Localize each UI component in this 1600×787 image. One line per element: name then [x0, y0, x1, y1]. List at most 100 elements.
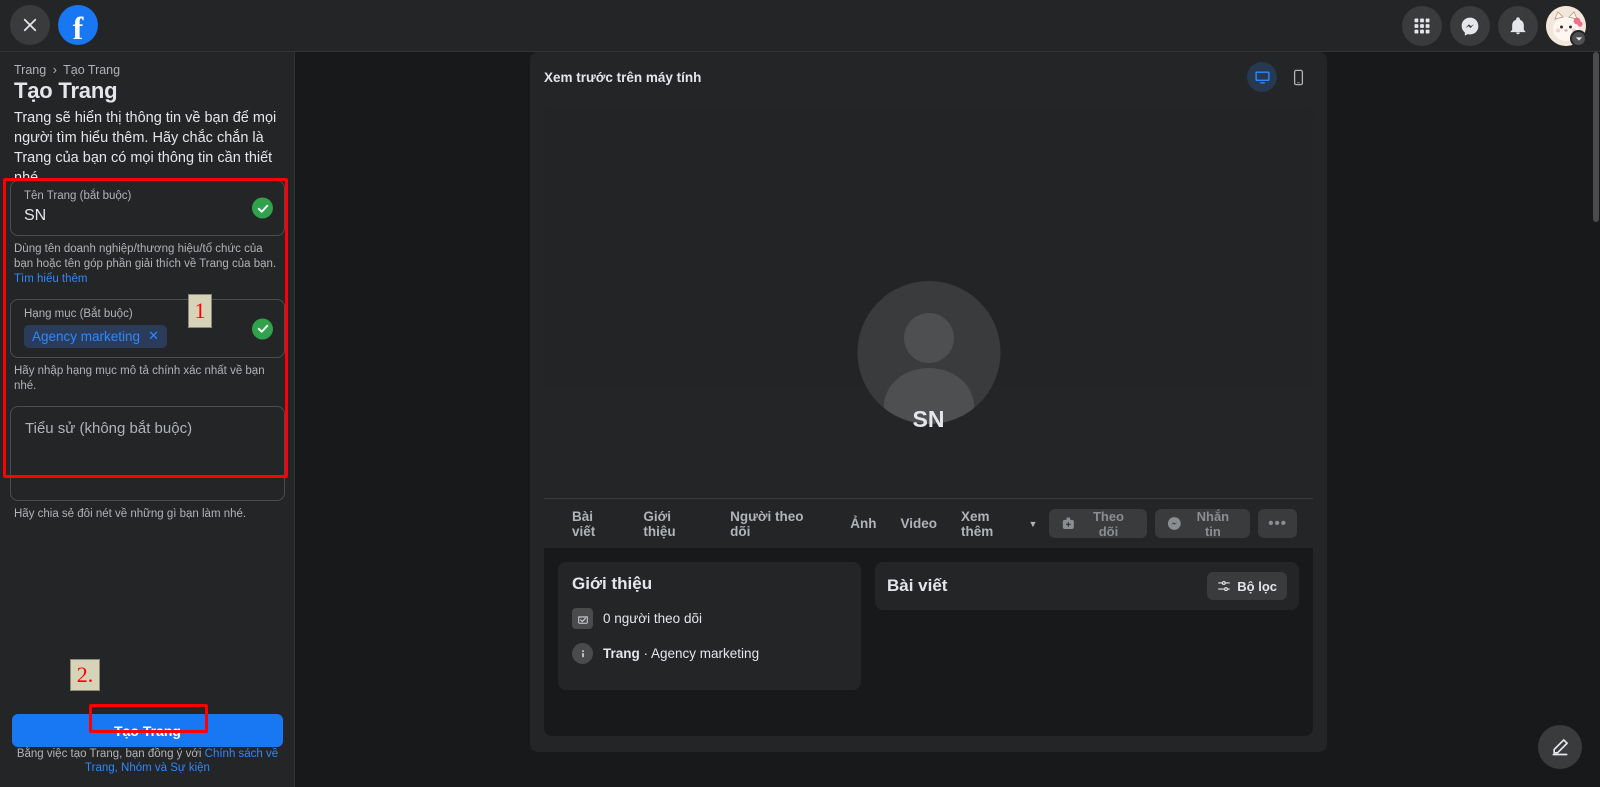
tab-more-label: Xem thêm	[961, 508, 994, 539]
profile-header-zone: SN	[544, 281, 1313, 498]
tab-posts[interactable]: Bài viết	[560, 509, 631, 539]
topbar-right-group	[1402, 6, 1587, 47]
form-fields-container: Tên Trang (bắt buộc) SN Dùng tên doanh n…	[10, 180, 285, 522]
bio-textarea[interactable]: Tiểu sử (không bắt buộc)	[10, 406, 285, 501]
page-category-value: · Agency marketing	[639, 646, 760, 661]
page-name-label: Tên Trang (bắt buộc)	[24, 190, 132, 202]
preview-page-mock: SN Bài viết Giới thiệu Người theo dõi Ản…	[544, 106, 1313, 736]
info-icon	[572, 643, 593, 664]
preview-action-buttons: Theo dõi Nhắn tin •••	[1049, 508, 1298, 539]
close-button[interactable]	[10, 5, 50, 45]
create-page-button[interactable]: Tạo Trang	[12, 714, 283, 747]
tab-followers-label: Người theo dõi	[730, 508, 804, 539]
category-valid-check-icon	[252, 318, 273, 339]
follow-plus-icon	[1063, 517, 1075, 529]
page-name-helper-text: Dùng tên doanh nghiệp/thương hiệu/tổ chứ…	[14, 242, 281, 287]
preview-title: Xem trước trên máy tính	[544, 69, 702, 85]
category-helper-text: Hãy nhập hạng mục mô tả chính xác nhất v…	[14, 365, 265, 392]
breadcrumb: Trang › Tạo Trang	[14, 63, 120, 77]
preview-page-name: SN	[912, 406, 945, 432]
about-row-category: Trang · Agency marketing	[572, 643, 847, 664]
create-page-form-panel: Trang › Tạo Trang Tạo Trang Trang sẽ hiể…	[0, 52, 295, 787]
annotation-marker-2: 2.	[70, 659, 100, 691]
learn-more-link[interactable]: Tìm hiểu thêm	[14, 273, 88, 285]
page-name-field[interactable]: Tên Trang (bắt buộc) SN	[10, 180, 285, 236]
apps-grid-icon	[1414, 18, 1430, 34]
tab-photos[interactable]: Ảnh	[838, 516, 888, 531]
category-chip[interactable]: Agency marketing ✕	[24, 325, 167, 348]
more-options-button[interactable]: •••	[1258, 509, 1298, 538]
category-chip-label: Agency marketing	[32, 328, 141, 344]
more-options-icon: •••	[1268, 515, 1288, 532]
annotation-marker-1: 1	[188, 294, 212, 328]
tab-about[interactable]: Giới thiệu	[631, 509, 718, 539]
tab-more[interactable]: Xem thêm ▼	[949, 509, 1049, 539]
facebook-logo-icon[interactable]: f	[58, 5, 98, 45]
tab-photos-label: Ảnh	[850, 516, 877, 531]
legal-prefix: Bằng việc tạo Trang, bạn đồng ý với	[16, 748, 205, 760]
facebook-logo-letter: f	[72, 10, 84, 45]
mobile-preview-toggle[interactable]	[1283, 62, 1313, 92]
followers-icon	[572, 608, 593, 629]
chevron-down-icon: ▼	[1028, 518, 1038, 529]
device-toggle-group	[1247, 62, 1313, 92]
breadcrumb-current: Tạo Trang	[63, 63, 121, 77]
category-chip-remove-icon[interactable]: ✕	[148, 328, 159, 344]
scrollbar-thumb[interactable]	[1593, 52, 1599, 222]
posts-filter-button[interactable]: Bộ lọc	[1207, 572, 1287, 600]
page-category-type: Trang	[603, 646, 640, 661]
topbar-left-group: f	[10, 5, 98, 45]
message-button[interactable]: Nhắn tin	[1154, 508, 1251, 539]
preview-header: Xem trước trên máy tính	[530, 52, 1327, 102]
close-icon	[23, 18, 37, 32]
category-field[interactable]: Hạng mục (Bắt buộc) Agency marketing ✕	[10, 299, 285, 358]
follow-button[interactable]: Theo dõi	[1049, 508, 1147, 539]
breadcrumb-separator: ›	[52, 63, 57, 77]
user-avatar-button[interactable]	[1546, 6, 1587, 47]
compose-icon	[1552, 739, 1568, 756]
tab-followers[interactable]: Người theo dõi	[718, 509, 838, 539]
filter-sliders-icon	[1218, 580, 1231, 592]
about-card-title: Giới thiệu	[572, 574, 653, 593]
tab-about-label: Giới thiệu	[643, 508, 676, 539]
page-name-input[interactable]: SN	[24, 205, 244, 227]
preview-content-cards: Giới thiệu 0 người theo dõi Trang · Agen…	[544, 548, 1313, 704]
create-page-cta-area: Tạo Trang	[12, 714, 283, 747]
posts-card-title: Bài viết	[887, 576, 948, 595]
bio-helper-text: Hãy chia sẻ đôi nét về những gì bạn làm …	[14, 508, 247, 520]
tab-videos[interactable]: Video	[888, 516, 949, 531]
about-row-followers: 0 người theo dõi	[572, 608, 847, 629]
posts-filter-label: Bộ lọc	[1237, 578, 1277, 594]
legal-text: Bằng việc tạo Trang, bạn đồng ý với Chín…	[12, 747, 283, 775]
messenger-icon	[1167, 517, 1181, 530]
top-navigation-bar: f	[0, 0, 1600, 52]
page-name-valid-check-icon	[252, 197, 273, 219]
message-button-label: Nhắn tin	[1196, 508, 1230, 539]
desktop-monitor-icon	[1254, 70, 1270, 84]
bio-placeholder: Tiểu sử (không bắt buộc)	[25, 420, 193, 437]
breadcrumb-root[interactable]: Trang	[14, 63, 46, 77]
preview-panel: Xem trước trên máy tính SN Bài viết Giới…	[530, 52, 1327, 752]
notifications-button[interactable]	[1498, 6, 1538, 46]
tab-posts-label: Bài viết	[572, 508, 596, 539]
page-title: Tạo Trang	[14, 78, 118, 103]
mobile-phone-icon	[1293, 69, 1303, 85]
followers-count-text: 0 người theo dõi	[603, 611, 702, 626]
page-scrollbar[interactable]	[1592, 52, 1600, 787]
about-card: Giới thiệu 0 người theo dõi Trang · Agen…	[558, 562, 861, 690]
apps-grid-button[interactable]	[1402, 6, 1442, 46]
tab-videos-label: Video	[900, 516, 937, 531]
page-profile-avatar	[857, 281, 1000, 424]
notifications-bell-icon	[1510, 17, 1526, 35]
messenger-button[interactable]	[1450, 6, 1490, 46]
follow-button-label: Theo dõi	[1092, 508, 1124, 539]
posts-card: Bài viết Bộ lọc	[875, 562, 1299, 610]
page-name-helper-body: Dùng tên doanh nghiệp/thương hiệu/tổ chứ…	[14, 243, 277, 270]
page-category-text: Trang · Agency marketing	[603, 646, 759, 661]
desktop-preview-toggle[interactable]	[1247, 62, 1277, 92]
messenger-icon	[1461, 17, 1479, 36]
page-description: Trang sẽ hiển thị thông tin về bạn để mọ…	[14, 110, 277, 186]
compose-fab-button[interactable]	[1538, 725, 1582, 769]
app-root: f Trang › Tạo Trang Tạo Trang Trang sẽ h…	[0, 0, 1600, 787]
preview-tabs-row: Bài viết Giới thiệu Người theo dõi Ảnh V…	[544, 498, 1313, 548]
